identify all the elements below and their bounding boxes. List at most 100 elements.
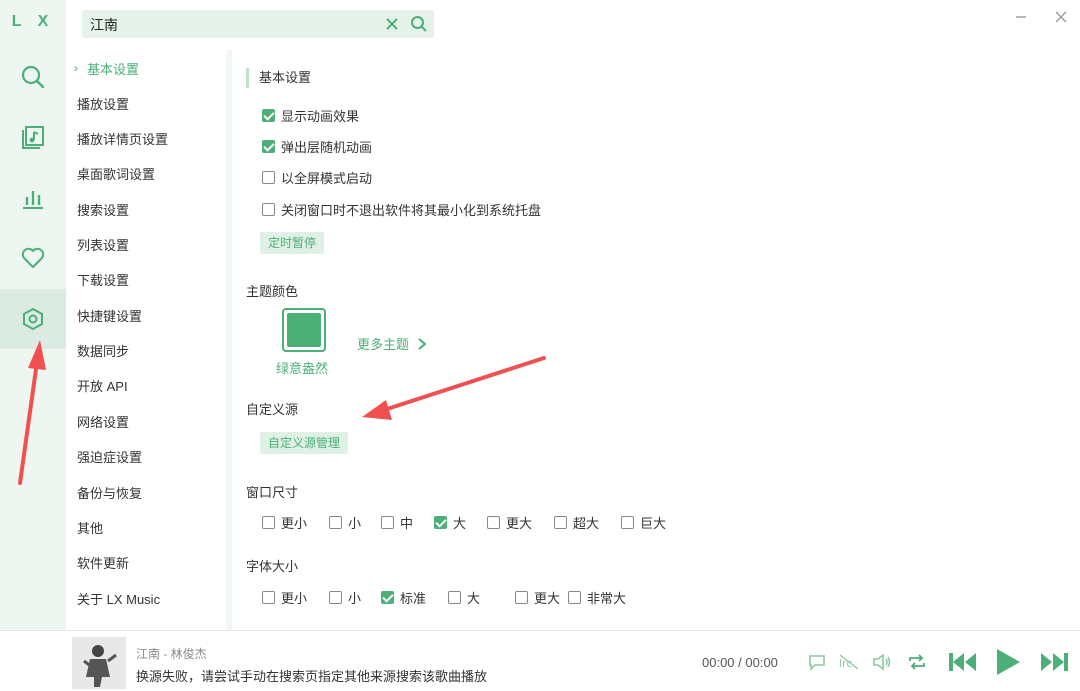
option-label: 更小 (281, 516, 308, 531)
window-size-option[interactable]: 巨大 (621, 513, 666, 532)
font-size-option[interactable]: 标准 (381, 588, 426, 607)
checkbox[interactable] (381, 516, 394, 529)
option-label: 大 (467, 591, 481, 606)
nav-item[interactable]: 列表设置 (77, 236, 129, 256)
nav-item[interactable]: 搜索设置 (77, 201, 129, 221)
section-title-basic: 基本设置 (246, 68, 311, 88)
nav-item[interactable]: 数据同步 (77, 342, 129, 362)
checkbox[interactable] (568, 591, 581, 604)
checkbox[interactable] (381, 591, 394, 604)
checkbox[interactable] (554, 516, 567, 529)
search-submit-button[interactable] (408, 13, 430, 35)
nav-item[interactable]: 强迫症设置 (77, 448, 142, 468)
rail-search-button[interactable] (0, 47, 66, 107)
song-title[interactable]: 江南 - 林俊杰 (136, 645, 207, 662)
checkbox[interactable] (262, 140, 275, 153)
rail-music-list-button[interactable] (0, 107, 66, 167)
search-input[interactable] (88, 10, 372, 40)
rail-charts-button[interactable] (0, 168, 66, 228)
album-cover[interactable] (72, 637, 126, 689)
checkbox[interactable] (262, 109, 275, 122)
icon-rail: L X (0, 0, 66, 630)
option-label: 更大 (534, 591, 561, 606)
music-list-icon (22, 126, 44, 149)
nav-item[interactable]: 软件更新 (77, 554, 129, 574)
volume-button[interactable] (869, 649, 895, 675)
option-minimize-to-tray[interactable]: 关闭窗口时不退出软件将其最小化到系统托盘 (262, 200, 541, 219)
checkbox[interactable] (621, 516, 634, 529)
previous-button[interactable] (947, 649, 979, 675)
next-button[interactable] (1038, 649, 1070, 675)
search-clear-button[interactable] (382, 14, 402, 34)
font-size-option[interactable]: 非常大 (568, 588, 626, 607)
nav-item[interactable]: 开放 API (77, 377, 128, 397)
chevron-right-icon: › (74, 61, 78, 75)
font-size-option[interactable]: 小 (329, 588, 361, 607)
nav-item[interactable]: 播放详情页设置 (77, 130, 168, 150)
more-themes-link[interactable]: 更多主题 (357, 334, 429, 353)
timer-pause-button[interactable]: 定时暂停 (260, 232, 325, 254)
nav-item[interactable]: 基本设置 (87, 60, 139, 80)
comment-button[interactable] (804, 649, 830, 675)
checkbox[interactable] (262, 516, 275, 529)
nav-item[interactable]: 快捷键设置 (77, 307, 142, 327)
option-label: 超大 (573, 516, 600, 531)
window-size-option[interactable]: 小 (329, 513, 361, 532)
nav-item[interactable]: 其他 (77, 519, 103, 539)
checkbox[interactable] (262, 203, 275, 216)
option-show-animation[interactable]: 显示动画效果 (262, 106, 359, 125)
font-size-option[interactable]: 更大 (515, 588, 560, 607)
checkbox[interactable] (434, 516, 447, 529)
heart-icon (21, 247, 45, 268)
option-label: 中 (400, 516, 414, 531)
checkbox[interactable] (329, 516, 342, 529)
nav-item[interactable]: 备份与恢复 (77, 484, 142, 504)
option-label: 非常大 (587, 591, 627, 606)
window-close-button[interactable] (1050, 6, 1072, 28)
window-size-option[interactable]: 中 (381, 513, 413, 532)
window-size-option[interactable]: 超大 (554, 513, 599, 532)
minimize-button[interactable] (1010, 6, 1032, 28)
theme-swatch-green[interactable] (282, 308, 326, 352)
search-icon (411, 16, 427, 32)
nav-item[interactable]: 播放设置 (77, 95, 129, 115)
lyric-icon: lrc (839, 654, 859, 670)
checkbox[interactable] (448, 591, 461, 604)
play-icon (997, 649, 1020, 675)
rail-settings-button[interactable] (0, 289, 66, 349)
checkbox[interactable] (487, 516, 500, 529)
window-size-option[interactable]: 更大 (487, 513, 532, 532)
nav-item[interactable]: 关于 LX Music (77, 590, 160, 610)
nav-item[interactable]: 桌面歌词设置 (77, 165, 155, 185)
option-label: 更小 (281, 591, 308, 606)
checkbox[interactable] (262, 171, 275, 184)
next-icon (1041, 653, 1068, 671)
custom-source-manage-button[interactable]: 自定义源管理 (260, 432, 349, 454)
repeat-mode-button[interactable] (904, 649, 930, 675)
font-size-option[interactable]: 更小 (262, 588, 307, 607)
checkbox[interactable] (515, 591, 528, 604)
album-cover-image (72, 637, 126, 689)
nav-item[interactable]: 下载设置 (77, 271, 129, 291)
status-message: 换源失败，请尝试手动在搜索页指定其他来源搜索该歌曲播放 (136, 669, 488, 684)
theme-name[interactable]: 绿意盎然 (276, 358, 328, 377)
rail-favorites-button[interactable] (0, 228, 66, 288)
player-bar: 江南 - 林俊杰 换源失败，请尝试手动在搜索页指定其他来源搜索该歌曲播放 00:… (0, 630, 1080, 691)
section-title-window-size: 窗口尺寸 (246, 485, 299, 500)
comment-icon (809, 655, 825, 671)
play-button[interactable] (993, 649, 1023, 675)
search-box (82, 10, 434, 40)
window-size-option[interactable]: 大 (434, 513, 466, 532)
checkbox[interactable] (262, 591, 275, 604)
minimize-icon (1016, 16, 1026, 18)
checkbox[interactable] (329, 591, 342, 604)
lyric-button[interactable]: lrc (836, 649, 862, 675)
window-size-option[interactable]: 更小 (262, 513, 307, 532)
nav-item[interactable]: 网络设置 (77, 413, 129, 433)
font-size-option[interactable]: 大 (448, 588, 480, 607)
option-label: 标准 (400, 591, 427, 606)
app-logo: L X (11, 13, 55, 30)
option-popup-random-animation[interactable]: 弹出层随机动画 (262, 137, 372, 156)
close-icon (1055, 11, 1067, 23)
option-fullscreen-start[interactable]: 以全屏模式启动 (262, 168, 372, 187)
